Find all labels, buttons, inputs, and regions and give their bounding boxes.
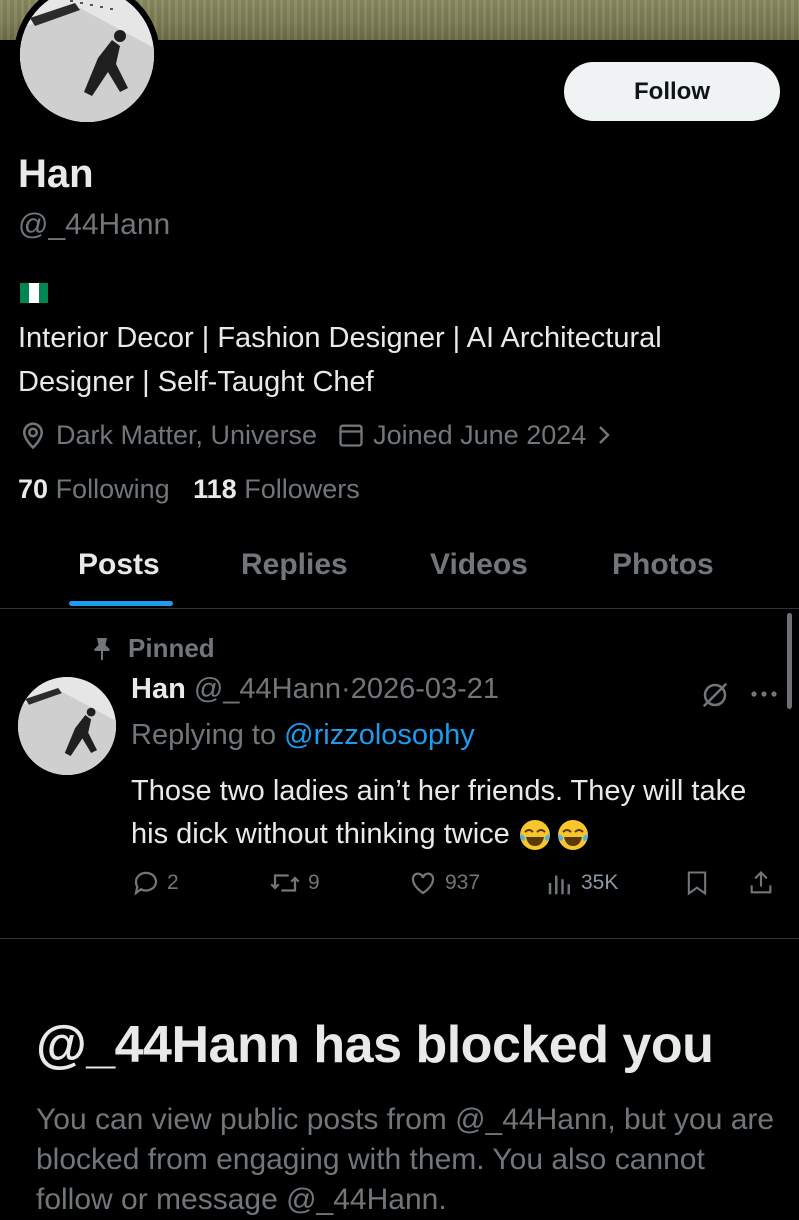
tab-posts[interactable]: Posts	[78, 548, 160, 582]
active-tab-indicator	[69, 601, 173, 606]
heart-icon	[411, 872, 435, 895]
views-icon	[548, 875, 570, 895]
following-link[interactable]: 70 Following	[18, 474, 177, 504]
share-icon	[750, 871, 772, 894]
pinned-text: Pinned	[128, 633, 215, 663]
views-button[interactable]: 35K	[545, 868, 618, 898]
profile-avatar[interactable]	[14, 0, 160, 128]
following-label: Following	[55, 474, 170, 504]
share-button[interactable]	[747, 868, 775, 898]
blocked-title: @_44Hann has blocked you	[36, 1016, 714, 1074]
follow-button[interactable]: Follow	[564, 62, 780, 121]
repost-icon	[270, 874, 300, 892]
post-author[interactable]: Han	[131, 673, 186, 705]
replying-to: Replying to @rizzolosophy	[131, 719, 475, 752]
reply-button[interactable]: 2	[131, 868, 179, 898]
face-with-tears-of-joy-icon	[518, 818, 552, 852]
post-body: Those two ladies ain’t her friends. They…	[131, 775, 747, 850]
post-handle[interactable]: @_44Hann	[194, 673, 341, 705]
followers-count: 118	[193, 474, 237, 504]
profile-joined[interactable]: Joined June 2024	[337, 420, 622, 451]
location-pin-icon	[18, 420, 48, 450]
followers-link[interactable]: 118 Followers	[193, 474, 360, 504]
calendar-icon	[337, 421, 365, 449]
nigeria-flag-icon	[20, 283, 48, 303]
profile-bio: Interior Decor | Fashion Designer | AI A…	[18, 322, 662, 398]
views-count: 35K	[581, 871, 619, 894]
reply-icon	[134, 871, 158, 896]
repost-button[interactable]: 9	[268, 868, 320, 898]
avatar-image	[20, 0, 154, 122]
profile-tabs: Posts Replies Videos Photos	[0, 540, 799, 609]
post-actions: 2 9 937 35K	[0, 868, 799, 904]
location-text: Dark Matter, Universe	[56, 419, 318, 450]
profile-handle: @_44Hann	[18, 208, 171, 241]
reply-count: 2	[167, 871, 179, 894]
pinned-label: Pinned	[90, 633, 215, 664]
following-count: 70	[18, 474, 49, 504]
profile-meta: Dark Matter, Universe Joined June 2024	[18, 415, 642, 455]
chevron-right-icon	[594, 423, 614, 447]
more-options-icon[interactable]	[749, 684, 779, 709]
profile-counts: 70 Following 118 Followers	[18, 474, 360, 505]
post-text: Those two ladies ain’t her friends. They…	[131, 770, 771, 856]
scrollbar[interactable]	[787, 613, 792, 709]
tab-replies[interactable]: Replies	[241, 548, 348, 582]
grok-icon[interactable]	[700, 680, 730, 715]
replying-to-link[interactable]: @rizzolosophy	[284, 719, 475, 751]
post-separator: ·	[341, 673, 351, 705]
bookmark-button[interactable]	[683, 868, 711, 898]
like-count: 937	[445, 871, 481, 894]
post-avatar[interactable]	[18, 677, 116, 775]
profile-name: Han	[18, 152, 94, 196]
post-date[interactable]: 2026-03-21	[351, 673, 499, 705]
like-button[interactable]: 937	[407, 868, 480, 898]
blocked-description: You can view public posts from @_44Hann,…	[36, 1103, 775, 1216]
repost-count: 9	[308, 871, 320, 894]
tab-videos[interactable]: Videos	[430, 548, 528, 582]
post-avatar-image	[18, 677, 116, 775]
tab-photos[interactable]: Photos	[612, 548, 714, 582]
post-divider	[0, 938, 799, 939]
face-with-tears-of-joy-icon	[556, 818, 590, 852]
joined-text: Joined June 2024	[373, 419, 587, 450]
post-header: Han @_44Hann·2026-03-21	[131, 673, 499, 706]
followers-label: Followers	[244, 474, 360, 504]
bookmark-icon	[687, 871, 707, 896]
profile-location: Dark Matter, Universe	[18, 420, 317, 451]
pin-icon	[90, 636, 114, 662]
replying-prefix: Replying to	[131, 719, 277, 751]
